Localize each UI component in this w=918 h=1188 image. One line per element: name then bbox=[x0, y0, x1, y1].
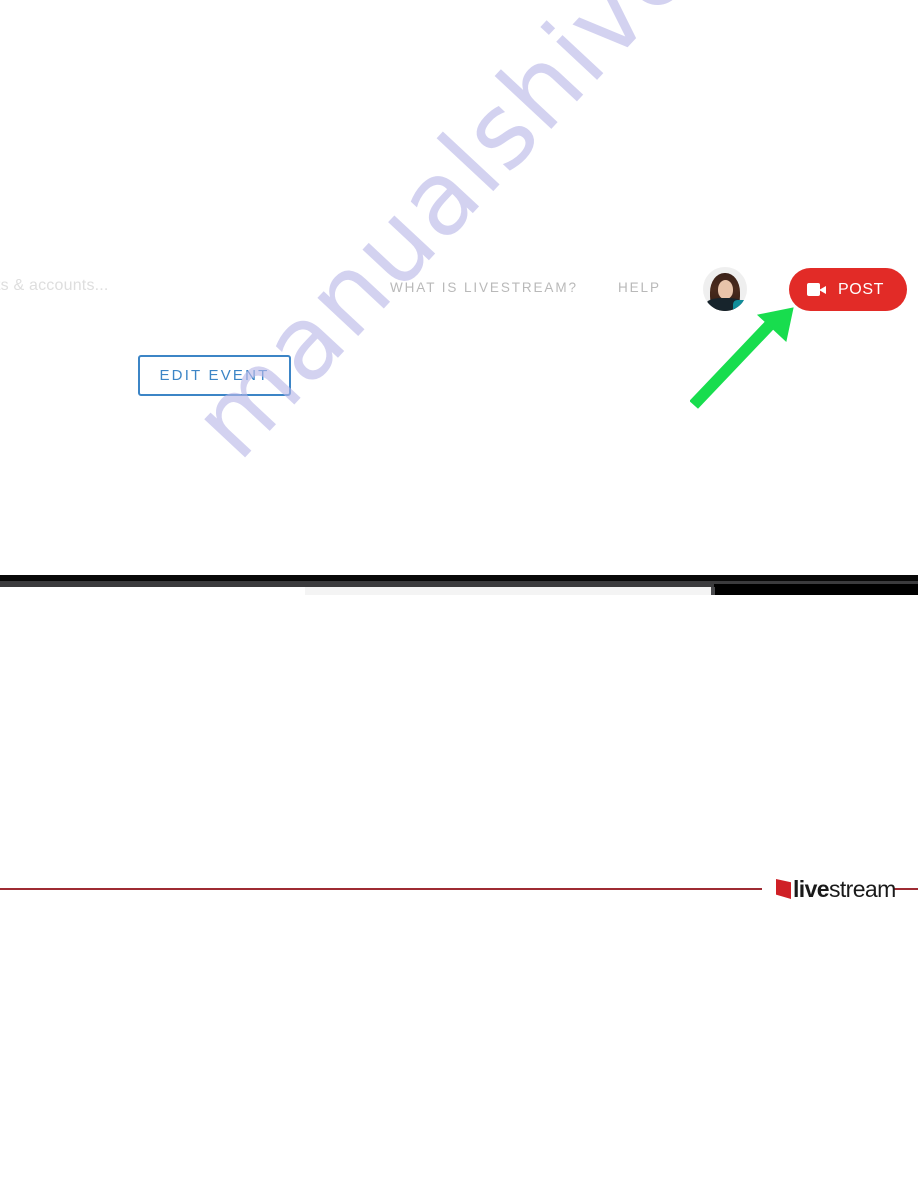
event-card bbox=[0, 587, 306, 595]
profile-panel bbox=[305, 587, 715, 595]
logo-text-stream: stream bbox=[828, 875, 896, 902]
edit-event-button[interactable]: EDIT EVENT bbox=[138, 355, 291, 396]
livestream-flag-icon bbox=[776, 879, 791, 899]
top-navigation-bar: ts & accounts... WHAT IS LIVESTREAM? HEL… bbox=[0, 250, 918, 325]
post-button[interactable]: POST bbox=[789, 268, 907, 311]
livestream-logo: livestream bbox=[776, 876, 896, 902]
post-button-label: POST bbox=[838, 280, 884, 298]
logo-text-live: live bbox=[793, 875, 830, 902]
page-canvas: ts & accounts... WHAT IS LIVESTREAM? HEL… bbox=[0, 0, 918, 1188]
search-input-text[interactable]: ts & accounts... bbox=[0, 277, 109, 295]
nav-link-help[interactable]: HELP bbox=[618, 280, 661, 295]
screenshot-region: ts & accounts... WHAT IS LIVESTREAM? HEL… bbox=[0, 250, 918, 595]
livestream-wordmark: livestream bbox=[793, 875, 896, 902]
nav-link-what-is-livestream[interactable]: WHAT IS LIVESTREAM? bbox=[390, 280, 578, 295]
footer-rule-left bbox=[0, 888, 762, 890]
avatar[interactable] bbox=[703, 267, 747, 311]
video-camera-icon bbox=[807, 283, 826, 296]
footer-rule-right bbox=[893, 888, 918, 890]
black-background-panel bbox=[714, 584, 918, 595]
